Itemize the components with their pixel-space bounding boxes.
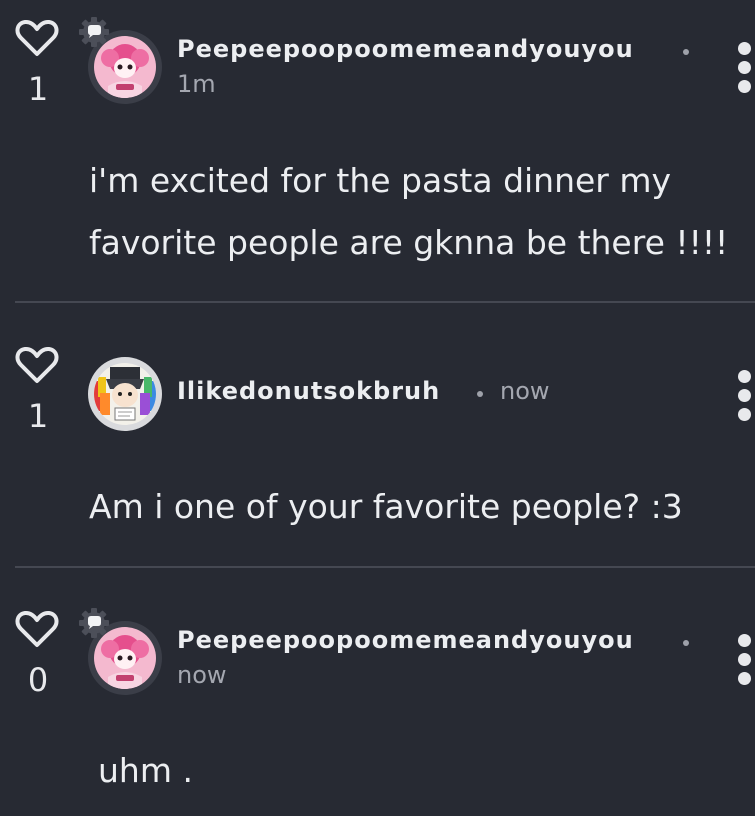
heart-icon[interactable] <box>15 609 59 649</box>
like-count: 0 <box>27 661 49 699</box>
avatar[interactable] <box>79 608 162 695</box>
gear-badge-icon <box>79 608 109 638</box>
comment-text-line: uhm . <box>98 751 193 790</box>
more-options-icon[interactable] <box>730 634 755 688</box>
meta-separator-dot <box>683 640 689 646</box>
comment-timestamp: now <box>177 661 227 689</box>
comment-username[interactable]: Peepeepoopoomemeandyouyou <box>177 626 634 654</box>
comment-item: 0 Peepeepoopoomemeandyouyou now uhm . <box>0 0 755 816</box>
